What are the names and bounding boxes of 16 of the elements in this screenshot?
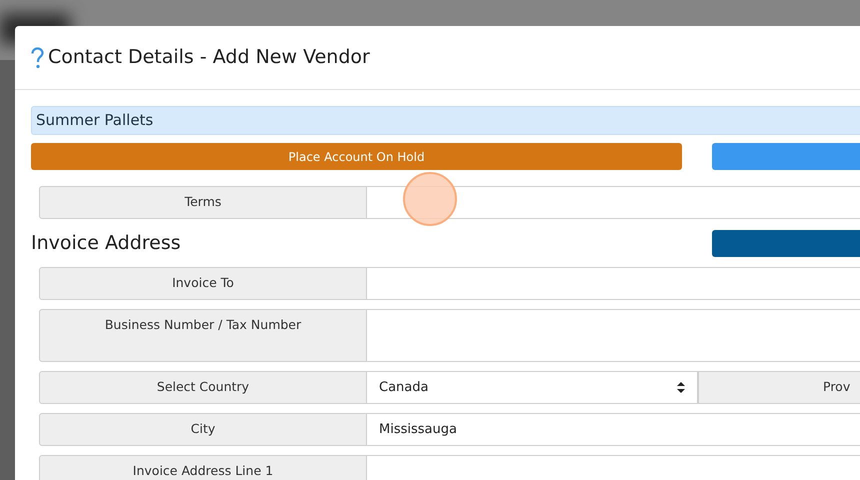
input-field[interactable]	[367, 309, 860, 362]
field-label: City	[39, 413, 367, 446]
vendor-name-banner: Summer Pallets	[31, 106, 860, 135]
field-label: Invoice Address Line 1	[39, 455, 367, 480]
input-field[interactable]: Mississauga	[367, 413, 860, 446]
field-label: Prov	[697, 371, 860, 404]
dialog-title: Contact Details - Add New Vendor	[48, 45, 370, 70]
help-icon[interactable]	[31, 46, 44, 68]
section-heading: Invoice Address	[31, 230, 182, 256]
country-select[interactable]: Canada	[367, 371, 697, 404]
input-field[interactable]	[367, 267, 860, 300]
sort-arrows-icon	[677, 382, 685, 393]
field-label: Invoice To	[39, 267, 367, 300]
field-label: Terms	[39, 186, 367, 219]
field-label: Business Number / Tax Number	[39, 309, 367, 362]
field-label: Select Country	[39, 371, 367, 404]
